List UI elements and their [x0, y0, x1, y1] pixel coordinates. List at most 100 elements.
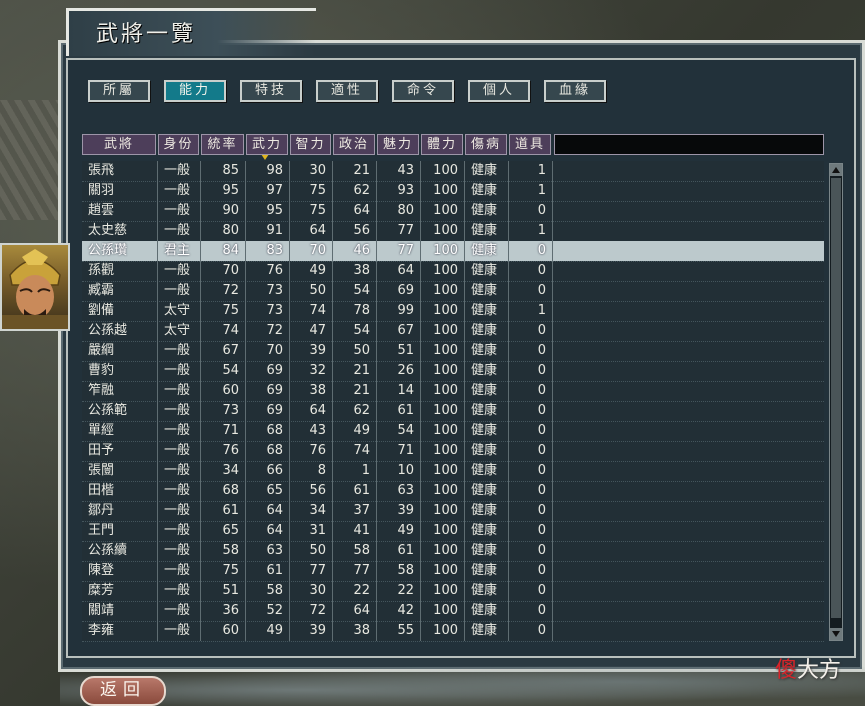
cell-0: 公孫範 [82, 401, 158, 421]
cell-8: 健康 [465, 401, 509, 421]
table-row[interactable]: 曹豹 一般 54 69 32 21 26 100 健康 0 [82, 361, 824, 381]
cell-2: 75 [201, 301, 246, 321]
table-row[interactable]: 陳登 一般 75 61 77 77 58 100 健康 0 [82, 561, 824, 581]
cell-8: 健康 [465, 581, 509, 601]
down-arrow-icon[interactable] [830, 628, 842, 640]
table-row[interactable]: 笮融 一般 60 69 38 21 14 100 健康 0 [82, 381, 824, 401]
cell-5: 62 [333, 181, 377, 201]
cell-4: 47 [290, 321, 333, 341]
table-row[interactable]: 王門 一般 65 64 31 41 49 100 健康 0 [82, 521, 824, 541]
tab-0[interactable]: 所屬 [88, 80, 150, 102]
back-button[interactable]: 返回 [80, 676, 166, 706]
table-row[interactable]: 張闓 一般 34 66 8 1 10 100 健康 0 [82, 461, 824, 481]
tab-3[interactable]: 適性 [316, 80, 378, 102]
cell-7: 100 [421, 221, 465, 241]
cell-8: 健康 [465, 521, 509, 541]
cell-8: 健康 [465, 601, 509, 621]
cell-2: 34 [201, 461, 246, 481]
cell-7: 100 [421, 181, 465, 201]
table-row[interactable]: 公孫範 一般 73 69 64 62 61 100 健康 0 [82, 401, 824, 421]
table-row[interactable]: 田予 一般 76 68 76 74 71 100 健康 0 [82, 441, 824, 461]
table-row[interactable]: 關靖 一般 36 52 72 64 42 100 健康 0 [82, 601, 824, 621]
cell-6: 67 [377, 321, 421, 341]
cell-8: 健康 [465, 301, 509, 321]
cell-0: 曹豹 [82, 361, 158, 381]
cell-4: 50 [290, 541, 333, 561]
cell-6: 22 [377, 581, 421, 601]
table-row[interactable]: 公孫瓚 君主 84 83 70 46 77 100 健康 0 [82, 241, 824, 261]
column-header-0[interactable]: 武將 [82, 134, 156, 155]
cell-0: 陳登 [82, 561, 158, 581]
cell-3: 64 [246, 521, 290, 541]
cell-5: 56 [333, 221, 377, 241]
table-body: 張飛 一般 85 98 30 21 43 100 健康 1 關羽 一般 95 97 75 62 93 100 健康 1… [82, 161, 824, 642]
column-header-7[interactable]: 體力 [421, 134, 463, 155]
tab-5[interactable]: 個人 [468, 80, 530, 102]
cell-4: 49 [290, 261, 333, 281]
cell-6: 99 [377, 301, 421, 321]
cell-5: 62 [333, 401, 377, 421]
cell-8: 健康 [465, 201, 509, 221]
table-row[interactable]: 嚴綱 一般 67 70 39 50 51 100 健康 0 [82, 341, 824, 361]
column-header-6[interactable]: 魅力 [377, 134, 419, 155]
cell-1: 太守 [158, 321, 201, 341]
table-row[interactable]: 田楷 一般 68 65 56 61 63 100 健康 0 [82, 481, 824, 501]
up-arrow-icon[interactable] [830, 164, 842, 176]
cell-6: 54 [377, 421, 421, 441]
cell-1: 一般 [158, 561, 201, 581]
cell-7: 100 [421, 361, 465, 381]
table-row[interactable]: 臧霸 一般 72 73 50 54 69 100 健康 0 [82, 281, 824, 301]
cell-2: 90 [201, 201, 246, 221]
table-row[interactable]: 李雍 一般 60 49 39 38 55 100 健康 0 [82, 621, 824, 641]
cell-5: 38 [333, 621, 377, 641]
table-row[interactable]: 鄒丹 一般 61 64 34 37 39 100 健康 0 [82, 501, 824, 521]
scrollbar-thumb[interactable] [831, 178, 841, 618]
tab-4[interactable]: 命令 [392, 80, 454, 102]
cell-3: 61 [246, 561, 290, 581]
table-row[interactable]: 張飛 一般 85 98 30 21 43 100 健康 1 [82, 161, 824, 181]
cell-2: 95 [201, 181, 246, 201]
column-header-5[interactable]: 政治 [333, 134, 375, 155]
cell-7: 100 [421, 601, 465, 621]
cell-2: 85 [201, 161, 246, 181]
column-header-1[interactable]: 身份 [158, 134, 199, 155]
cell-7: 100 [421, 161, 465, 181]
cell-6: 49 [377, 521, 421, 541]
table-row[interactable]: 糜芳 一般 51 58 30 22 22 100 健康 0 [82, 581, 824, 601]
cell-7: 100 [421, 501, 465, 521]
cell-6: 64 [377, 261, 421, 281]
table-row[interactable]: 公孫越 太守 74 72 47 54 67 100 健康 0 [82, 321, 824, 341]
cell-0: 單經 [82, 421, 158, 441]
cell-9: 0 [509, 241, 553, 261]
cell-2: 73 [201, 401, 246, 421]
vertical-scrollbar[interactable] [829, 163, 843, 641]
table-row[interactable]: 公孫續 一般 58 63 50 58 61 100 健康 0 [82, 541, 824, 561]
tab-6[interactable]: 血緣 [544, 80, 606, 102]
tab-2[interactable]: 特技 [240, 80, 302, 102]
cell-3: 76 [246, 261, 290, 281]
cell-4: 34 [290, 501, 333, 521]
table-row[interactable]: 關羽 一般 95 97 75 62 93 100 健康 1 [82, 181, 824, 201]
table-row[interactable]: 單經 一般 71 68 43 49 54 100 健康 0 [82, 421, 824, 441]
tab-1[interactable]: 能力 [164, 80, 226, 102]
table-row[interactable]: 趙雲 一般 90 95 75 64 80 100 健康 0 [82, 201, 824, 221]
table-row[interactable]: 孫觀 一般 70 76 49 38 64 100 健康 0 [82, 261, 824, 281]
table-row[interactable]: 劉備 太守 75 73 74 78 99 100 健康 1 [82, 301, 824, 321]
cell-1: 一般 [158, 581, 201, 601]
officer-table: 張飛 一般 85 98 30 21 43 100 健康 1 關羽 一般 95 97 75 62 93 100 健康 1… [80, 130, 846, 645]
column-header-9[interactable]: 道具 [509, 134, 551, 155]
cell-8: 健康 [465, 381, 509, 401]
cell-0: 張飛 [82, 161, 158, 181]
cell-2: 61 [201, 501, 246, 521]
cell-8: 健康 [465, 321, 509, 341]
column-header-4[interactable]: 智力 [290, 134, 331, 155]
cell-9: 1 [509, 161, 553, 181]
cell-9: 1 [509, 301, 553, 321]
column-header-2[interactable]: 統率 [201, 134, 244, 155]
cell-9: 0 [509, 581, 553, 601]
cell-8: 健康 [465, 261, 509, 281]
table-row[interactable]: 太史慈 一般 80 91 64 56 77 100 健康 1 [82, 221, 824, 241]
column-header-3[interactable]: 武力 [246, 134, 288, 155]
cell-9: 0 [509, 521, 553, 541]
column-header-8[interactable]: 傷病 [465, 134, 507, 155]
